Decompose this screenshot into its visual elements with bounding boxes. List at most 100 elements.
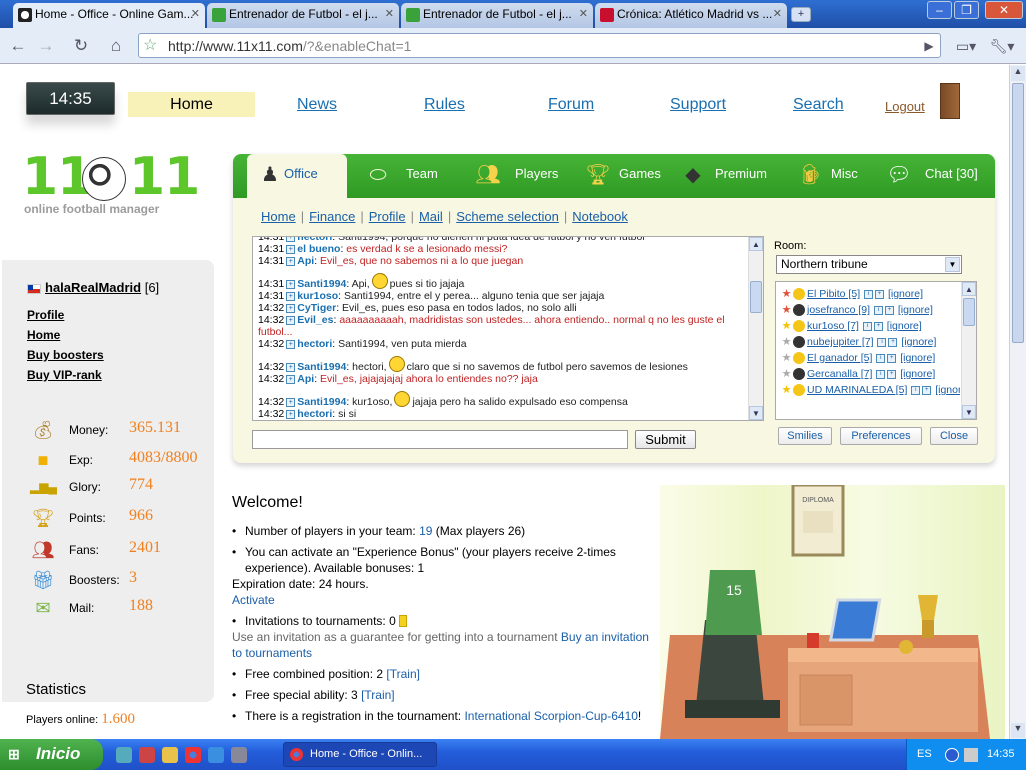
scroll-up-icon[interactable]: ▲: [962, 282, 976, 296]
ignore-link[interactable]: [ignore]: [888, 288, 923, 300]
buy-vip-rank-link[interactable]: Buy VIP-rank: [27, 368, 102, 382]
private-message-icon[interactable]: +: [888, 337, 898, 347]
room-select[interactable]: Northern tribune ▼: [776, 255, 962, 274]
train-link[interactable]: [Train]: [361, 688, 395, 702]
chat-user-link[interactable]: Gercanalla [7]: [807, 368, 872, 380]
private-message-icon[interactable]: +: [286, 315, 296, 325]
profile-link[interactable]: Profile: [27, 308, 64, 322]
nav-forum[interactable]: Forum: [548, 96, 594, 114]
private-message-icon[interactable]: +: [286, 303, 296, 313]
subnav-notebook[interactable]: Notebook: [572, 209, 628, 224]
new-tab-button[interactable]: +: [791, 7, 811, 22]
userlist-scrollbar[interactable]: ▲ ▼: [961, 282, 976, 419]
nav-rules[interactable]: Rules: [424, 96, 465, 114]
logout-link[interactable]: Logout: [885, 99, 925, 114]
browser-tab-1[interactable]: Home - Office - Online Gam... ✕: [13, 3, 205, 28]
private-message-icon[interactable]: +: [286, 339, 296, 349]
private-message-icon[interactable]: +: [286, 279, 296, 289]
ignore-link[interactable]: [ignore]: [900, 368, 935, 380]
username-link[interactable]: halaRealMadrid: [45, 280, 141, 295]
subnav-mail[interactable]: Mail: [419, 209, 443, 224]
private-message-icon[interactable]: +: [884, 305, 894, 315]
minimize-button[interactable]: –: [927, 1, 952, 19]
subnav-scheme-selection[interactable]: Scheme selection: [456, 209, 559, 224]
scroll-thumb[interactable]: [750, 281, 762, 313]
chat-username[interactable]: Api: [297, 255, 314, 267]
media-icon[interactable]: [139, 747, 155, 763]
subnav-home[interactable]: Home: [261, 209, 296, 224]
chat-user-link[interactable]: nubejupiter [7]: [807, 336, 874, 348]
nav-news[interactable]: News: [297, 96, 337, 114]
chat-input[interactable]: [252, 430, 628, 449]
info-icon[interactable]: i: [911, 385, 921, 395]
site-logo[interactable]: 11 11 online football manager: [22, 151, 200, 221]
private-message-icon[interactable]: +: [286, 397, 296, 407]
chat-user-link[interactable]: josefranco [9]: [807, 304, 870, 316]
activate-link[interactable]: Activate: [232, 593, 275, 607]
preferences-button[interactable]: Preferences: [840, 427, 922, 445]
tool-icon[interactable]: [231, 747, 247, 763]
subnav-profile[interactable]: Profile: [369, 209, 406, 224]
scroll-down-icon[interactable]: ▼: [749, 406, 763, 420]
go-arrow-icon[interactable]: ▶: [917, 34, 941, 58]
home-icon[interactable]: ⌂: [104, 34, 128, 58]
chat-username[interactable]: Santi1994: [297, 361, 346, 373]
nav-search[interactable]: Search: [793, 96, 844, 114]
subnav-finance[interactable]: Finance: [309, 209, 355, 224]
tab-premium[interactable]: ◆ Premium: [678, 154, 788, 198]
chat-user-link[interactable]: El ganador [5]: [807, 352, 872, 364]
smilies-button[interactable]: Smilies: [778, 427, 832, 445]
chat-username[interactable]: Santi1994: [297, 278, 346, 290]
info-icon[interactable]: i: [864, 289, 874, 299]
info-icon[interactable]: i: [873, 305, 883, 315]
scroll-up-icon[interactable]: ▲: [749, 237, 763, 251]
info-icon[interactable]: i: [862, 321, 872, 331]
private-message-icon[interactable]: +: [286, 256, 296, 266]
close-window-button[interactable]: ✕: [985, 1, 1023, 19]
info-icon[interactable]: i: [876, 369, 886, 379]
tab-players[interactable]: 👥︎ Players: [473, 154, 573, 198]
info-icon[interactable]: i: [877, 337, 887, 347]
private-message-icon[interactable]: +: [286, 291, 296, 301]
envelope-icon[interactable]: ✉: [30, 597, 56, 619]
chat-username[interactable]: hectori: [297, 408, 332, 420]
page-scrollbar[interactable]: ▲ ▼: [1009, 65, 1026, 739]
private-message-icon[interactable]: +: [286, 362, 296, 372]
start-button[interactable]: ⊞ Inicio: [0, 739, 103, 770]
page-menu-icon[interactable]: ▭▾: [952, 34, 980, 58]
close-chat-button[interactable]: Close: [930, 427, 978, 445]
close-tab-icon[interactable]: ✕: [385, 3, 394, 26]
folder-icon[interactable]: [162, 747, 178, 763]
chrome-icon[interactable]: [185, 747, 201, 763]
ignore-link[interactable]: [ignore]: [887, 320, 922, 332]
forward-arrow-icon[interactable]: →: [34, 34, 58, 58]
ignore-link[interactable]: [ignore]: [900, 352, 935, 364]
chat-username[interactable]: Santi1994: [297, 396, 346, 408]
nav-home[interactable]: Home: [128, 92, 255, 117]
nav-support[interactable]: Support: [670, 96, 726, 114]
chat-user-link[interactable]: UD MARINALEDA [5]: [807, 384, 907, 396]
tab-office[interactable]: ♟ Office: [247, 154, 347, 198]
tab-games[interactable]: 🏆︎ Games: [583, 154, 673, 198]
chat-username[interactable]: Evil_es: [297, 314, 333, 326]
scroll-up-icon[interactable]: ▲: [1011, 66, 1025, 81]
taskbar-item-browser[interactable]: Home - Office - Onlin...: [283, 742, 437, 767]
players-count-link[interactable]: 19: [419, 524, 432, 538]
reload-icon[interactable]: ↻: [69, 34, 93, 58]
bookmark-star-icon[interactable]: ☆: [143, 35, 157, 55]
ignore-link[interactable]: [ignore]: [935, 384, 960, 396]
tab-team[interactable]: ⬭ Team: [363, 154, 463, 198]
info-icon[interactable]: i: [876, 353, 886, 363]
back-arrow-icon[interactable]: ←: [6, 34, 30, 58]
desktop-icon[interactable]: [116, 747, 132, 763]
chat-user-link[interactable]: kur1oso [7]: [807, 320, 859, 332]
private-message-icon[interactable]: +: [286, 237, 296, 242]
ie-icon[interactable]: [208, 747, 224, 763]
maximize-button[interactable]: ❐: [954, 1, 979, 19]
language-indicator[interactable]: ES: [917, 739, 932, 770]
page-scroll-thumb[interactable]: [1012, 83, 1024, 343]
scroll-down-icon[interactable]: ▼: [1011, 723, 1025, 738]
private-message-icon[interactable]: +: [875, 289, 885, 299]
chat-scrollbar[interactable]: ▲ ▼: [748, 237, 763, 420]
browser-tab-4[interactable]: Crónica: Atlético Madrid vs ... ✕: [595, 3, 787, 28]
